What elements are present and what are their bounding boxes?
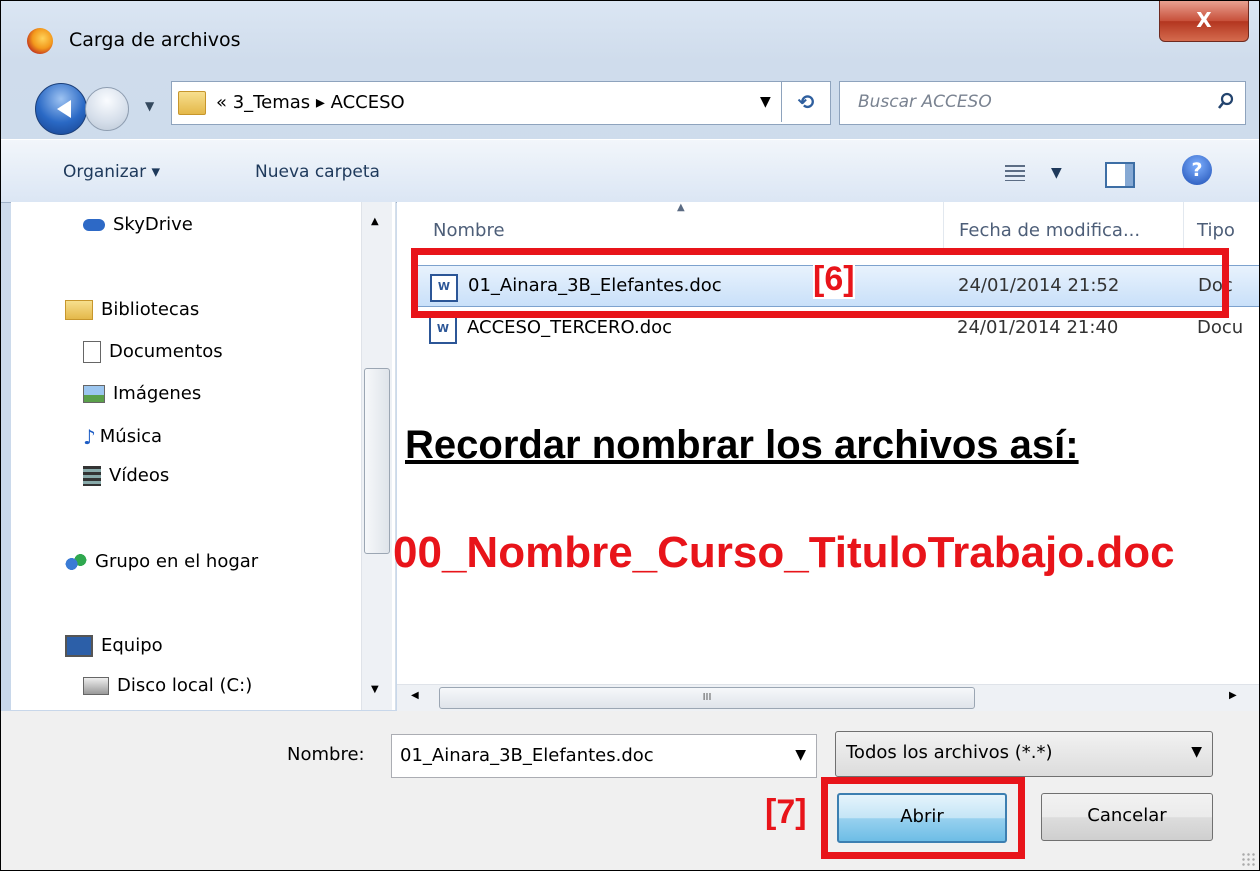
column-header-date[interactable]: Fecha de modifica...: [959, 220, 1140, 241]
homegroup-icon: [65, 552, 87, 572]
file-type: Docu: [1197, 317, 1244, 338]
file-type-dropdown-icon[interactable]: ▼: [1191, 744, 1202, 760]
column-divider: [1183, 202, 1184, 252]
recent-pages-dropdown-icon[interactable]: ▼: [145, 99, 154, 113]
organize-menu[interactable]: Organizar ▾: [63, 162, 160, 182]
address-bar[interactable]: « 3_Temas ▸ ACCESO ▼ ⟲: [171, 81, 831, 125]
step6-label: [6]: [813, 260, 855, 299]
views-dropdown-icon[interactable]: ▼: [1051, 165, 1062, 181]
scroll-left-icon[interactable]: ◀: [411, 690, 419, 701]
scrollbar-thumb[interactable]: III: [439, 687, 975, 709]
title-bar[interactable]: Carga de archivos X: [1, 1, 1259, 71]
file-upload-dialog: Carga de archivos X ▼ « 3_Temas ▸ ACCESO…: [0, 0, 1260, 871]
file-type-value: Todos los archivos (*.*): [846, 742, 1053, 763]
word-document-icon: W: [429, 316, 457, 344]
file-date: 24/01/2014 21:40: [957, 317, 1119, 338]
step7-label: [7]: [765, 793, 807, 831]
cancel-button[interactable]: Cancelar: [1041, 793, 1213, 841]
refresh-icon[interactable]: ⟲: [781, 82, 830, 122]
forward-button[interactable]: [85, 87, 129, 131]
folder-icon: [178, 91, 206, 115]
scroll-down-icon[interactable]: ▼: [371, 684, 379, 695]
sidebar-item-videos[interactable]: Vídeos: [83, 465, 169, 486]
file-name: ACCESO_TERCERO.doc: [467, 317, 673, 338]
close-button[interactable]: X: [1159, 1, 1249, 42]
back-button[interactable]: [35, 83, 87, 135]
highlight-box-step7: [821, 777, 1025, 859]
resize-grip[interactable]: [1241, 852, 1255, 866]
picture-icon: [83, 385, 105, 403]
filename-input[interactable]: 01_Ainara_3B_Elefantes.doc ▼: [391, 734, 817, 778]
file-type-select[interactable]: Todos los archivos (*.*) ▼: [835, 731, 1213, 777]
filename-label: Nombre:: [287, 744, 365, 765]
column-header-name[interactable]: Nombre: [433, 220, 505, 241]
command-toolbar: Organizar ▾ Nueva carpeta: [1, 139, 1259, 203]
views-icon[interactable]: [1005, 165, 1025, 181]
naming-pattern: 00_Nombre_Curso_TituloTrabajo.doc: [393, 528, 1175, 577]
sidebar-item-music[interactable]: ♪ Música: [83, 425, 162, 449]
column-header-type[interactable]: Tipo: [1197, 220, 1235, 241]
naming-reminder-heading: Recordar nombrar los archivos así:: [405, 423, 1079, 467]
music-icon: ♪: [83, 425, 96, 449]
filename-value[interactable]: 01_Ainara_3B_Elefantes.doc: [400, 745, 654, 766]
navigation-pane: SkyDrive Bibliotecas Documentos Imágenes…: [11, 202, 396, 710]
library-icon: [65, 300, 93, 320]
firefox-icon: [27, 28, 53, 54]
search-placeholder: Buscar ACCESO: [858, 92, 992, 112]
scroll-right-icon[interactable]: ▶: [1229, 690, 1237, 701]
sidebar-item-libraries[interactable]: Bibliotecas: [65, 299, 199, 320]
window-title: Carga de archivos: [69, 29, 241, 51]
filename-dropdown-icon[interactable]: ▼: [795, 747, 806, 763]
preview-pane-icon[interactable]: [1105, 162, 1135, 188]
drive-icon: [83, 677, 109, 695]
cloud-icon: [83, 219, 105, 231]
new-folder-button[interactable]: Nueva carpeta: [255, 162, 380, 182]
search-input[interactable]: Buscar ACCESO: [839, 81, 1246, 125]
scrollbar-thumb[interactable]: [364, 368, 390, 554]
search-icon[interactable]: [1217, 92, 1235, 110]
sort-arrow-icon: ▲: [677, 202, 685, 213]
sidebar-item-documents[interactable]: Documentos: [83, 341, 223, 363]
sidebar-item-local-disk[interactable]: Disco local (C:): [83, 675, 252, 696]
column-divider: [943, 202, 944, 252]
sidebar-item-images[interactable]: Imágenes: [83, 383, 201, 404]
file-list-scrollbar[interactable]: ◀ III ▶: [397, 684, 1259, 711]
navigation-scrollbar[interactable]: ▲ ▼: [361, 202, 392, 710]
video-icon: [83, 466, 101, 486]
address-dropdown-icon[interactable]: ▼: [760, 94, 771, 110]
address-path[interactable]: « 3_Temas ▸ ACCESO: [216, 92, 405, 113]
computer-icon: [65, 635, 93, 657]
document-icon: [83, 341, 101, 363]
sidebar-item-homegroup[interactable]: Grupo en el hogar: [65, 551, 258, 572]
scroll-up-icon[interactable]: ▲: [371, 216, 379, 227]
help-icon[interactable]: ?: [1182, 155, 1212, 185]
sidebar-item-computer[interactable]: Equipo: [65, 635, 163, 657]
sidebar-item-skydrive[interactable]: SkyDrive: [83, 214, 193, 235]
